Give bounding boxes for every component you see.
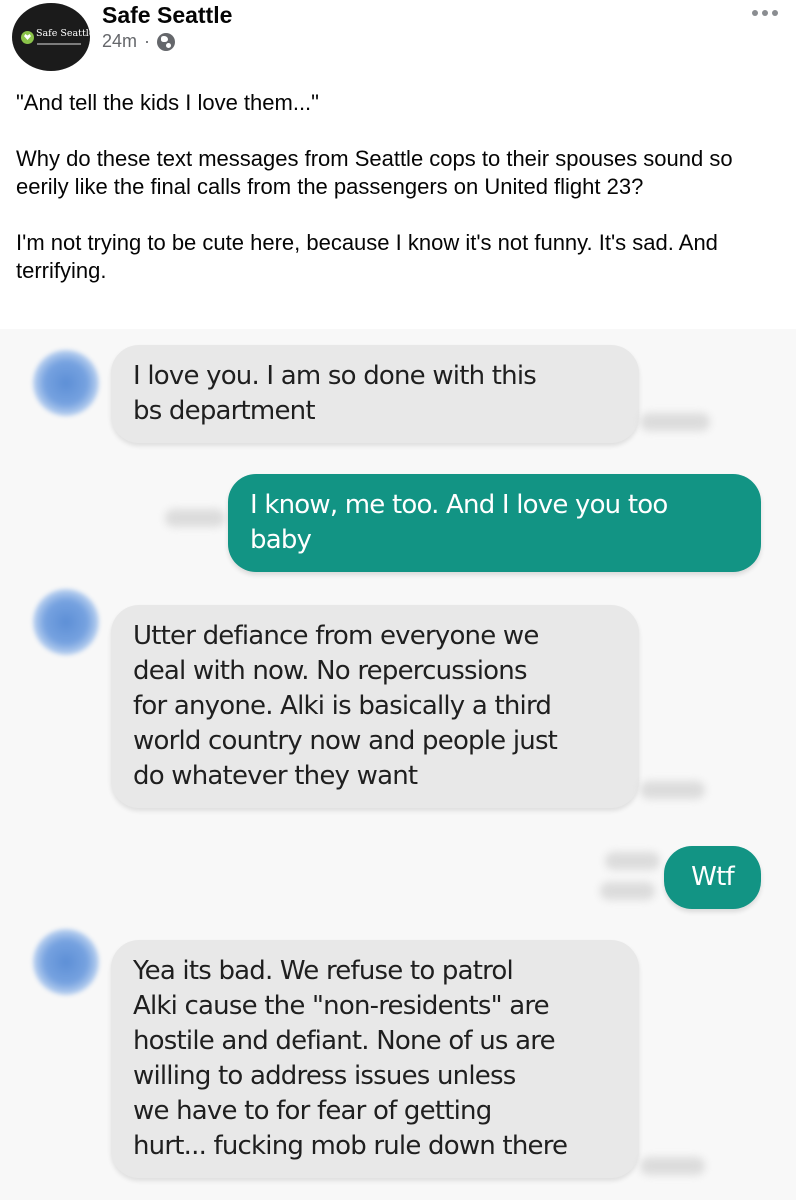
message-line: Wtf bbox=[691, 862, 734, 892]
meta-separator: · bbox=[144, 31, 151, 51]
contact-avatar bbox=[33, 929, 99, 995]
message-line: do whatever they want bbox=[133, 761, 418, 791]
message-line: bs department bbox=[133, 396, 316, 426]
post-paragraph: Why do these text messages from Seattle … bbox=[16, 146, 733, 199]
message-line: for anyone. Alki is basically a third bbox=[133, 691, 552, 721]
message-line: Alki cause the "non-residents" are bbox=[133, 991, 550, 1021]
text-message-screenshot[interactable]: I love you. I am so done with this bs de… bbox=[0, 329, 796, 1200]
page-avatar[interactable]: Safe Seattle bbox=[12, 3, 90, 71]
blurred-timestamp bbox=[640, 1157, 705, 1175]
blurred-timestamp bbox=[600, 882, 655, 900]
blurred-timestamp bbox=[605, 852, 660, 870]
contact-avatar bbox=[33, 350, 99, 416]
message-line: Utter defiance from everyone we bbox=[133, 621, 539, 651]
post-header: Safe Seattle Safe Seattle 24m · bbox=[0, 0, 796, 80]
message-line: willing to address issues unless bbox=[133, 1061, 516, 1091]
message-bubble-outgoing: Wtf bbox=[664, 846, 761, 909]
globe-icon[interactable] bbox=[157, 32, 176, 51]
message-bubble-incoming: I love you. I am so done with this bs de… bbox=[111, 345, 639, 443]
post-body: "And tell the kids I love them..." Why d… bbox=[16, 89, 786, 285]
message-line: baby bbox=[250, 525, 312, 555]
message-line: Yea its bad. We refuse to patrol bbox=[133, 956, 514, 986]
message-bubble-outgoing: I know, me too. And I love you too baby bbox=[228, 474, 761, 572]
message-line: hostile and defiant. None of us are bbox=[133, 1026, 556, 1056]
page-name-link[interactable]: Safe Seattle bbox=[102, 2, 232, 29]
more-horizontal-icon[interactable] bbox=[752, 10, 778, 16]
blurred-timestamp bbox=[640, 413, 710, 431]
post-timestamp[interactable]: 24m bbox=[102, 31, 137, 52]
message-line: world country now and people just bbox=[133, 726, 558, 756]
message-bubble-incoming: Utter defiance from everyone we deal wit… bbox=[111, 605, 639, 808]
avatar-logo-tagline bbox=[37, 43, 81, 45]
post-paragraph: "And tell the kids I love them..." bbox=[16, 90, 319, 115]
contact-avatar bbox=[33, 589, 99, 655]
heart-logo-icon bbox=[21, 31, 34, 44]
message-line: I love you. I am so done with this bbox=[133, 361, 537, 391]
message-line: I know, me too. And I love you too bbox=[250, 490, 668, 520]
blurred-timestamp bbox=[640, 781, 705, 799]
avatar-logo-text: Safe Seattle bbox=[36, 28, 90, 39]
message-line: deal with now. No repercussions bbox=[133, 656, 528, 686]
message-line: hurt... fucking mob rule down there bbox=[133, 1131, 568, 1161]
post-meta: 24m · bbox=[102, 31, 176, 52]
message-line: we have to for fear of getting bbox=[133, 1096, 492, 1126]
message-bubble-incoming: Yea its bad. We refuse to patrol Alki ca… bbox=[111, 940, 639, 1178]
post-paragraph: I'm not trying to be cute here, because … bbox=[16, 230, 718, 283]
blurred-timestamp bbox=[165, 509, 225, 527]
